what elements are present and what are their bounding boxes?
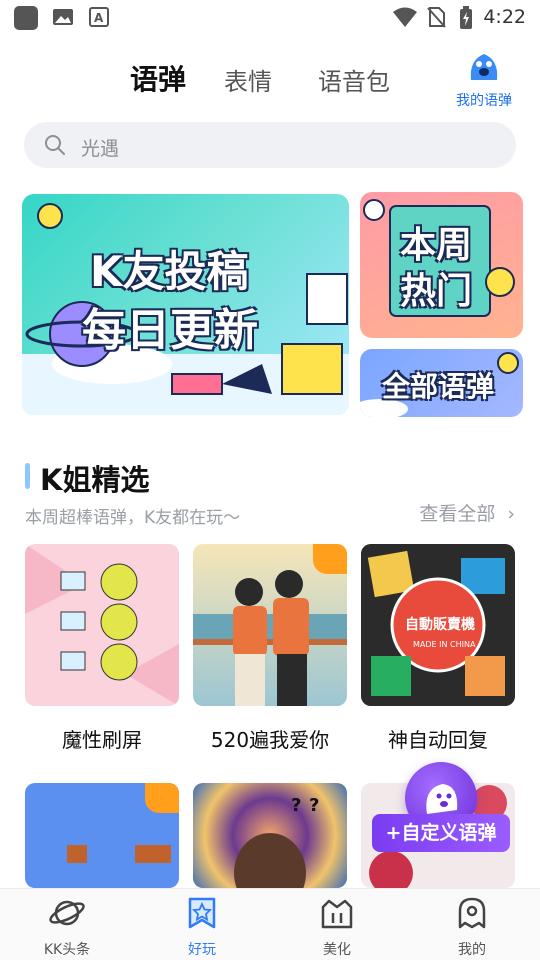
star-bookmark-icon bbox=[188, 897, 216, 929]
font-icon: A bbox=[88, 6, 112, 30]
banner-all-danmaku[interactable]: 全部语弹 bbox=[360, 349, 523, 417]
crown-badge-icon bbox=[313, 544, 347, 574]
planet-icon bbox=[49, 900, 85, 926]
section-accent-bar bbox=[25, 463, 30, 489]
svg-text:?: ? bbox=[309, 795, 319, 816]
card-auto-reply[interactable]: 自動販賣機 MADE IN CHINA bbox=[361, 544, 515, 706]
card-auto-reply-sticker-text: 自動販賣機 bbox=[405, 617, 475, 633]
search-placeholder: 光遇 bbox=[81, 138, 120, 160]
no-sim-icon bbox=[426, 6, 450, 30]
search-icon bbox=[45, 135, 65, 155]
my-danmaku-label: 我的语弹 bbox=[456, 93, 512, 109]
nav-label: 美化 bbox=[323, 942, 351, 958]
card-label: 神自动回复 bbox=[388, 728, 488, 752]
banner-daily-submissions[interactable]: K友投稿 每日更新 bbox=[22, 194, 349, 415]
nav-beautify[interactable]: 美化 bbox=[292, 893, 382, 959]
nav-label: KK头条 bbox=[43, 942, 91, 958]
banner-weekly-hot[interactable]: 本周 热门 bbox=[360, 192, 523, 338]
nav-label: 我的 bbox=[458, 942, 486, 958]
card-label: 魔性刷屏 bbox=[62, 728, 142, 752]
card-520-love[interactable] bbox=[193, 544, 347, 706]
card-illusion[interactable]: ? ? bbox=[193, 783, 347, 888]
search-input[interactable]: 光遇 bbox=[24, 122, 516, 168]
section-title: K姐精选 bbox=[40, 463, 150, 497]
tab-voice-pack[interactable]: 语音包 bbox=[318, 62, 390, 97]
gallery-icon bbox=[52, 6, 76, 30]
tab-danmaku[interactable]: 语弹 bbox=[130, 58, 186, 98]
ghost-icon bbox=[458, 897, 486, 929]
app-icon bbox=[14, 6, 38, 30]
nav-kk-headlines[interactable]: KK头条 bbox=[22, 893, 112, 959]
section-subtitle: 本周超棒语弹，K友都在玩～ bbox=[25, 508, 241, 528]
banner-hot-line2: 热门 bbox=[400, 271, 473, 312]
svg-text:A: A bbox=[94, 11, 104, 25]
card-auto-reply-sticker-sub: MADE IN CHINA bbox=[413, 640, 476, 649]
crown-house-icon bbox=[321, 899, 353, 929]
tab-emoji[interactable]: 表情 bbox=[224, 62, 272, 97]
my-danmaku-button[interactable]: 我的语弹 bbox=[450, 50, 518, 110]
banner-all-label: 全部语弹 bbox=[382, 370, 495, 403]
card-label: 520遍我爱你 bbox=[210, 728, 330, 752]
card-magic-spam-thumb bbox=[25, 544, 179, 706]
wifi-icon bbox=[392, 6, 417, 30]
chevron-right-icon: › bbox=[507, 503, 515, 525]
card-illusion-thumb: ? ? bbox=[234, 795, 319, 888]
bottom-nav: KK头条 好玩 美化 我的 bbox=[0, 888, 540, 960]
banner-main-line2: 每日更新 bbox=[82, 305, 258, 356]
blob-face-icon bbox=[470, 54, 498, 80]
nav-mine[interactable]: 我的 bbox=[427, 893, 517, 959]
clock: 4:22 bbox=[483, 6, 526, 28]
custom-danmaku-button[interactable]: +自定义语弹 bbox=[372, 814, 510, 852]
status-bar: A 4:22 bbox=[0, 0, 540, 36]
nav-fun[interactable]: 好玩 bbox=[157, 893, 247, 959]
crown-badge-icon bbox=[145, 783, 179, 813]
banner-main-line1: K友投稿 bbox=[90, 247, 249, 296]
view-all-link[interactable]: 查看全部 › bbox=[419, 499, 515, 526]
nav-label: 好玩 bbox=[188, 942, 216, 958]
battery-charging-icon bbox=[458, 6, 482, 30]
banner-hot-line1: 本周 bbox=[400, 225, 473, 266]
svg-text:?: ? bbox=[291, 795, 301, 816]
card-magic-spam[interactable] bbox=[25, 544, 179, 706]
card-mario[interactable] bbox=[25, 783, 179, 888]
view-all-label: 查看全部 bbox=[419, 503, 496, 525]
